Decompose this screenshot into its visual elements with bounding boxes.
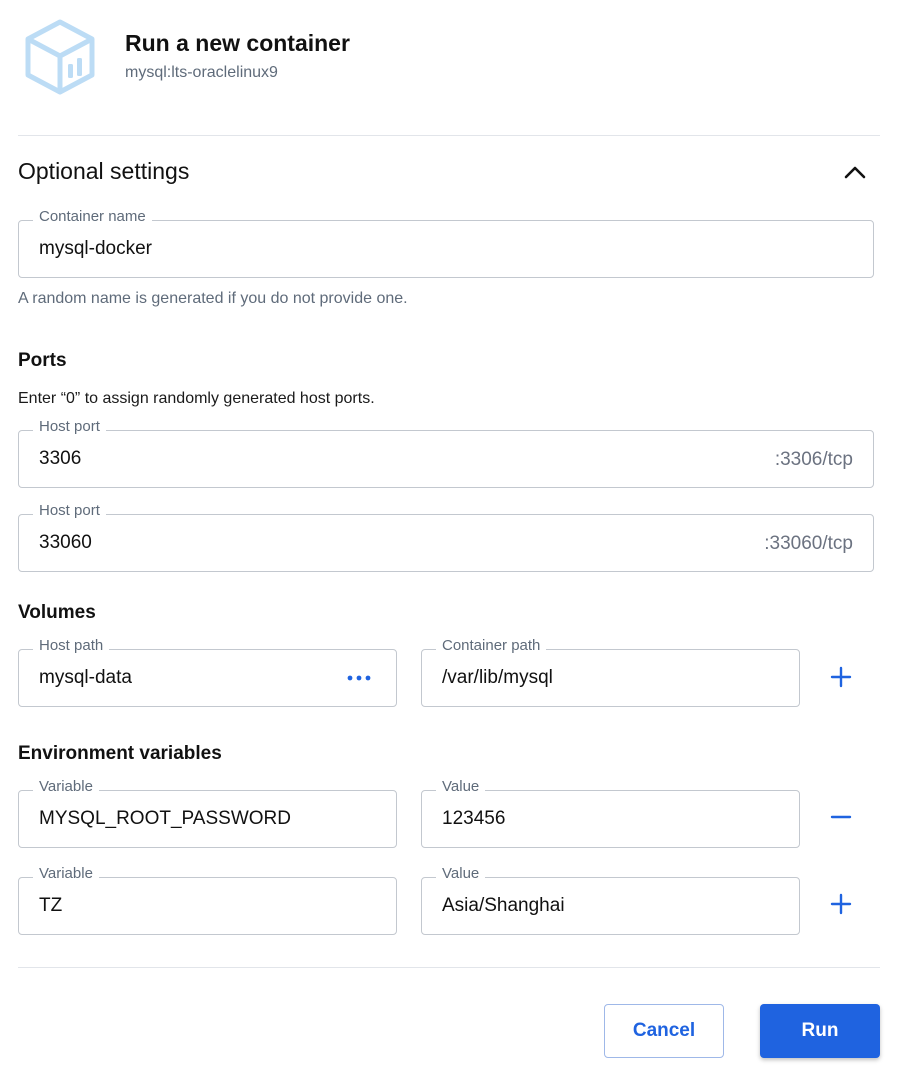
env-heading: Environment variables [18,743,222,764]
env-value-field[interactable]: Value 123456 [421,778,800,848]
env-variable-field[interactable]: Variable TZ [18,865,397,935]
image-name: mysql:lts-oraclelinux9 [125,64,278,81]
env-value-field[interactable]: Value Asia/Shanghai [421,865,800,935]
env-value-label: Value [436,778,486,795]
dialog-title: Run a new container [125,30,350,56]
host-port-input[interactable]: 3306 [39,448,81,470]
env-variable-field[interactable]: Variable MYSQL_ROOT_PASSWORD [18,778,397,848]
remove-env-minus-icon[interactable] [828,804,854,830]
env-variable-label: Variable [33,865,99,882]
chevron-up-icon[interactable] [842,160,868,184]
host-path-input[interactable]: mysql-data [39,667,132,689]
add-env-plus-icon[interactable] [828,891,854,917]
volumes-heading: Volumes [18,602,96,623]
footer-divider [18,967,880,968]
ports-note: Enter “0” to assign randomly generated h… [18,390,375,407]
env-value-input[interactable]: 123456 [442,808,505,830]
more-horizontal-icon[interactable] [346,670,372,686]
container-cube-icon [25,19,95,95]
host-port-field[interactable]: Host port 33060 :33060/tcp [18,502,874,572]
optional-settings-title: Optional settings [18,158,190,184]
env-variable-input[interactable]: TZ [39,895,62,917]
add-volume-plus-icon[interactable] [828,664,854,690]
host-port-label: Host port [33,502,106,519]
container-path-input[interactable]: /var/lib/mysql [442,667,553,689]
host-path-label: Host path [33,637,110,654]
container-name-helper: A random name is generated if you do not… [18,290,408,307]
env-value-input[interactable]: Asia/Shanghai [442,895,565,917]
container-path-label: Container path [436,637,547,654]
host-port-field[interactable]: Host port 3306 :3306/tcp [18,418,874,488]
container-name-label: Container name [33,208,152,225]
env-variable-label: Variable [33,778,99,795]
host-path-field[interactable]: Host path mysql-data [18,637,397,707]
env-variable-input[interactable]: MYSQL_ROOT_PASSWORD [39,808,291,830]
container-port-suffix: :3306/tcp [774,449,853,470]
header-divider [18,135,880,136]
container-name-field[interactable]: Container name mysql-docker [18,208,874,278]
host-port-label: Host port [33,418,106,435]
ports-heading: Ports [18,350,67,371]
run-button[interactable]: Run [760,1004,880,1058]
cancel-button[interactable]: Cancel [604,1004,724,1058]
host-port-input[interactable]: 33060 [39,532,92,554]
container-name-input[interactable]: mysql-docker [39,238,152,260]
container-path-field[interactable]: Container path /var/lib/mysql [421,637,800,707]
container-port-suffix: :33060/tcp [764,533,853,554]
env-value-label: Value [436,865,486,882]
